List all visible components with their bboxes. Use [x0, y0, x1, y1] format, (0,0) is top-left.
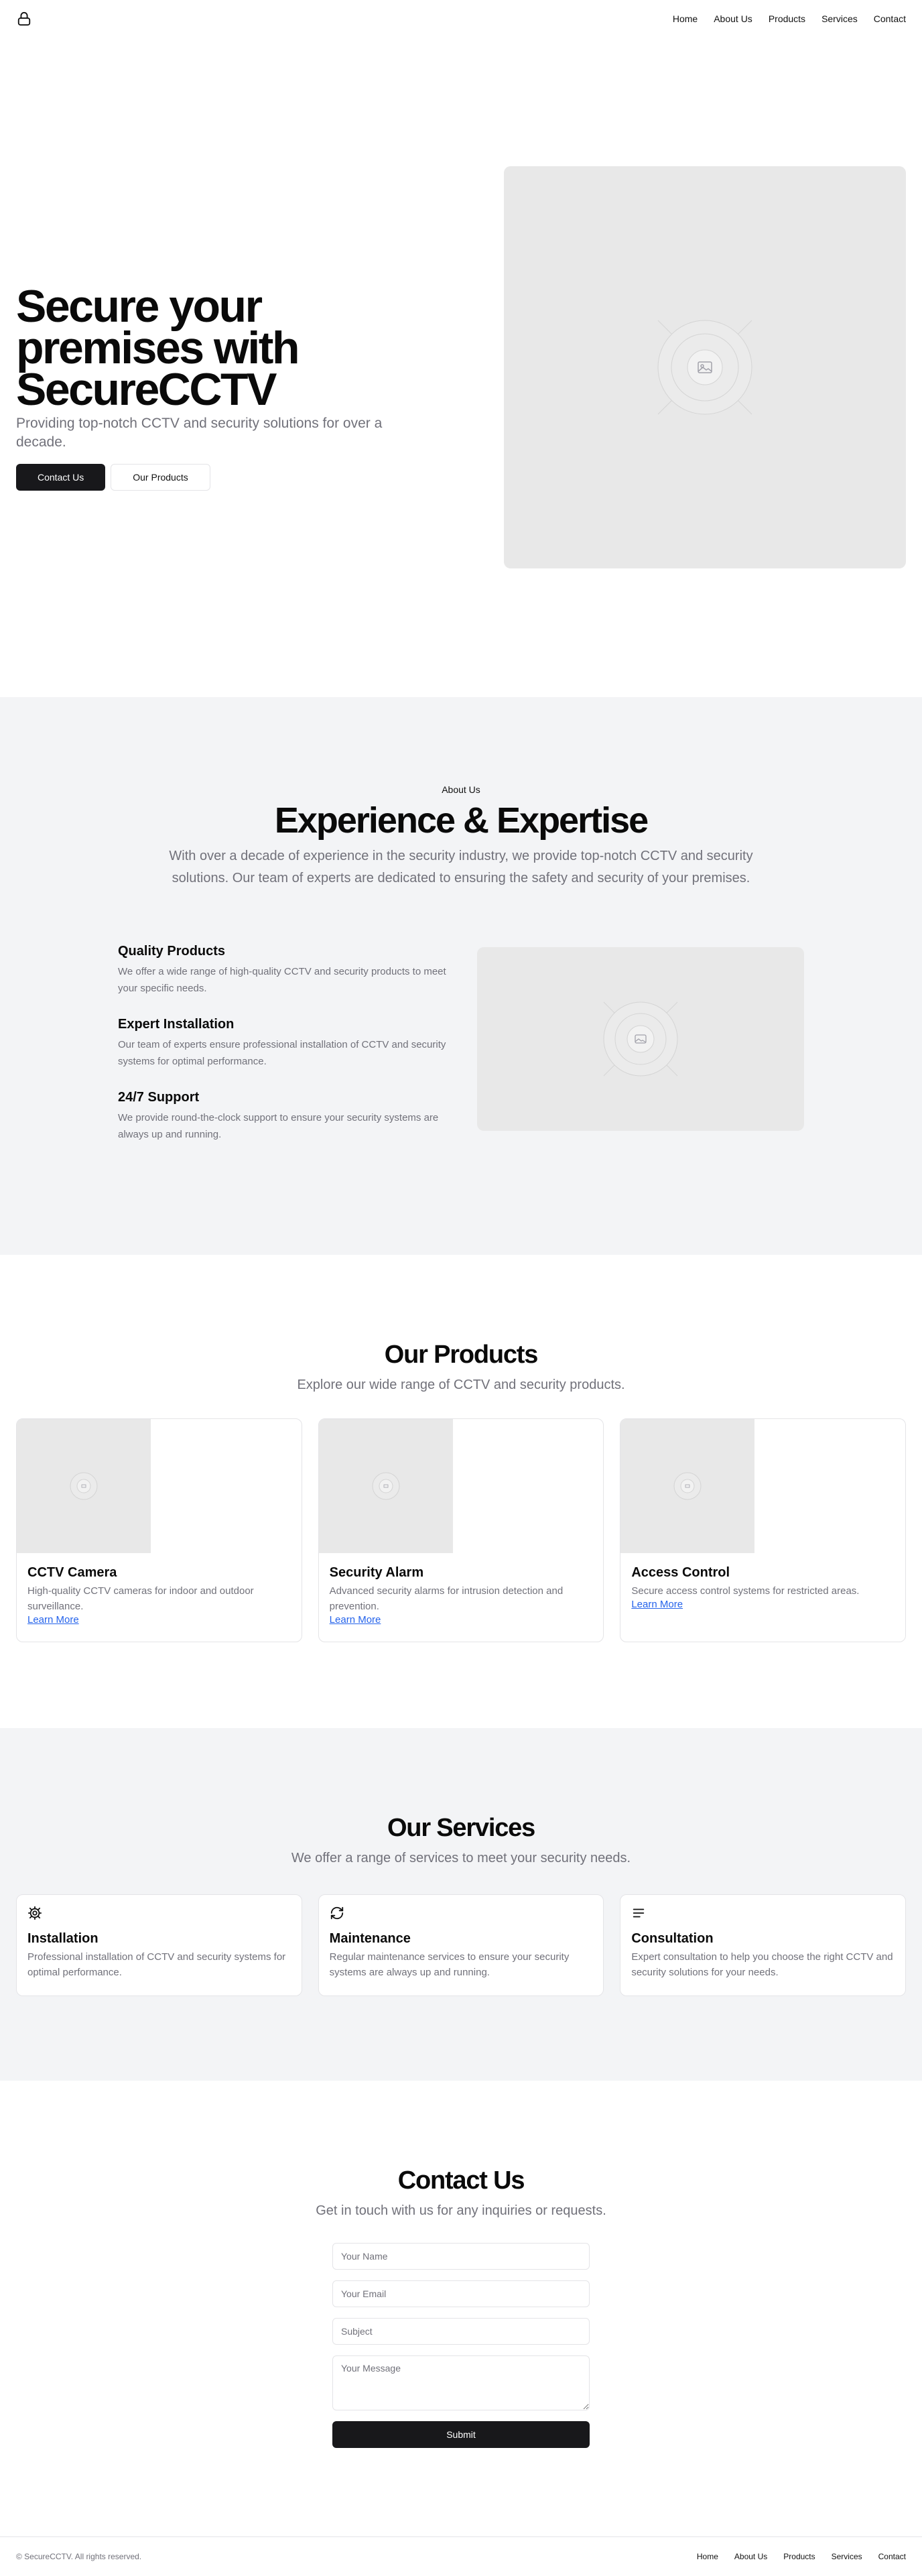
image-placeholder-icon: [657, 320, 752, 415]
name-field[interactable]: [332, 2243, 590, 2270]
service-text: Expert consultation to help you choose t…: [631, 1951, 893, 1978]
service-title: Installation: [27, 1931, 98, 1946]
list-icon: [631, 1906, 647, 1922]
product-cards: CCTV Camera High-quality CCTV cameras fo…: [16, 1418, 907, 1642]
product-image-placeholder: [17, 1419, 151, 1553]
submit-button[interactable]: Submit: [332, 2421, 590, 2448]
product-card-body: Security Alarm Advanced security alarms …: [319, 1553, 604, 1638]
feature-item: Quality Products We offer a wide range o…: [118, 944, 453, 997]
nav-products[interactable]: Products: [769, 13, 805, 24]
footer-nav: Home About Us Products Services Contact: [697, 2552, 906, 2561]
footer-link-contact[interactable]: Contact: [878, 2552, 906, 2561]
subject-field[interactable]: [332, 2318, 590, 2345]
hero-image-placeholder: [504, 166, 906, 568]
feature-title: Expert Installation: [118, 1017, 235, 1032]
product-card: CCTV Camera High-quality CCTV cameras fo…: [16, 1418, 302, 1642]
about-section: About Us Experience & Expertise With ove…: [0, 697, 922, 1255]
products-title: Our Products: [384, 1341, 539, 1369]
product-card: Access Control Secure access control sys…: [620, 1418, 907, 1642]
feature-item: Expert Installation Our team of experts …: [118, 1017, 453, 1070]
about-subtitle: With over a decade of experience in the …: [169, 849, 753, 885]
main-nav: Home About Us Products Services Contact: [673, 13, 906, 24]
feature-text: We offer a wide range of high-quality CC…: [118, 966, 446, 994]
service-text: Professional installation of CCTV and se…: [27, 1951, 286, 1978]
product-card: Security Alarm Advanced security alarms …: [318, 1418, 604, 1642]
product-image-placeholder: [620, 1419, 755, 1553]
refresh-icon: [330, 1906, 346, 1922]
services-subtitle: We offer a range of services to meet you…: [291, 1851, 631, 1865]
copyright-text: © SecureCCTV. All rights reserved.: [16, 2552, 142, 2561]
product-card-body: CCTV Camera High-quality CCTV cameras fo…: [17, 1553, 302, 1638]
nav-home[interactable]: Home: [673, 13, 698, 24]
product-image-placeholder: [318, 1419, 453, 1553]
nav-about[interactable]: About Us: [714, 13, 752, 24]
learn-more-link[interactable]: Learn More: [631, 1599, 683, 1610]
contact-section: Contact Us Get in touch with us for any …: [0, 2081, 922, 2536]
service-title: Consultation: [631, 1931, 714, 1946]
product-text: Advanced security alarms for intrusion d…: [329, 1585, 564, 1612]
about-title: Experience & Expertise: [274, 800, 649, 841]
footer-link-products[interactable]: Products: [783, 2552, 815, 2561]
hero-title: Secure your premises with SecureCCTV: [16, 281, 300, 415]
image-placeholder-icon: [603, 1001, 678, 1077]
service-cards: Installation Professional installation o…: [16, 1894, 907, 1996]
feature-text: We provide round-the-clock support to en…: [118, 1112, 439, 1140]
lock-icon[interactable]: [16, 11, 32, 27]
contact-form: Submit: [332, 2243, 590, 2448]
image-placeholder-icon: [372, 1472, 400, 1500]
nav-contact[interactable]: Contact: [874, 13, 906, 24]
email-field[interactable]: [332, 2280, 590, 2307]
services-title: Our Services: [387, 1814, 535, 1842]
gear-icon: [27, 1906, 44, 1922]
learn-more-link[interactable]: Learn More: [27, 1614, 79, 1626]
image-placeholder-icon: [70, 1472, 98, 1500]
message-field[interactable]: [332, 2355, 590, 2410]
about-image-placeholder: [477, 947, 804, 1131]
products-section: Our Products Explore our wide range of C…: [0, 1255, 922, 1728]
image-placeholder-icon: [673, 1472, 702, 1500]
site-footer: © SecureCCTV. All rights reserved. Home …: [0, 2536, 922, 2576]
product-title: CCTV Camera: [27, 1565, 117, 1580]
product-card-body: Access Control Secure access control sys…: [620, 1553, 905, 1623]
product-title: Security Alarm: [329, 1565, 424, 1580]
services-section: Our Services We offer a range of service…: [0, 1728, 922, 2081]
feature-title: Quality Products: [118, 944, 226, 959]
footer-link-home[interactable]: Home: [697, 2552, 718, 2561]
site-header: Home About Us Products Services Contact: [0, 0, 922, 38]
our-products-button[interactable]: Our Products: [111, 464, 210, 491]
product-text: Secure access control systems for restri…: [631, 1585, 860, 1597]
learn-more-link[interactable]: Learn More: [330, 1614, 381, 1626]
footer-link-services[interactable]: Services: [832, 2552, 862, 2561]
service-title: Maintenance: [329, 1931, 411, 1946]
contact-us-button[interactable]: Contact Us: [16, 464, 106, 491]
product-text: High-quality CCTV cameras for indoor and…: [27, 1585, 254, 1612]
hero-buttons: Contact Us Our Products: [16, 464, 432, 491]
service-card: Consultation Expert consultation to help…: [620, 1894, 907, 1996]
feature-text: Our team of experts ensure professional …: [118, 1039, 446, 1067]
about-eyebrow: About Us: [442, 784, 480, 795]
product-title: Access Control: [631, 1565, 730, 1580]
feature-title: 24/7 Support: [118, 1090, 200, 1105]
hero-subtitle: Providing top-notch CCTV and security so…: [16, 416, 383, 450]
footer-link-about[interactable]: About Us: [734, 2552, 767, 2561]
nav-services[interactable]: Services: [821, 13, 858, 24]
contact-subtitle: Get in touch with us for any inquiries o…: [316, 2203, 606, 2218]
hero-section: Secure your premises with SecureCCTV Pro…: [0, 38, 922, 697]
service-card: Maintenance Regular maintenance services…: [318, 1894, 604, 1996]
service-text: Regular maintenance services to ensure y…: [329, 1951, 570, 1978]
contact-title: Contact Us: [397, 2166, 525, 2195]
feature-list: Quality Products We offer a wide range o…: [118, 944, 453, 1163]
service-card: Installation Professional installation o…: [16, 1894, 302, 1996]
hero-content: Secure your premises with SecureCCTV Pro…: [16, 281, 432, 491]
products-subtitle: Explore our wide range of CCTV and secur…: [297, 1377, 625, 1392]
feature-item: 24/7 Support We provide round-the-clock …: [118, 1090, 453, 1143]
